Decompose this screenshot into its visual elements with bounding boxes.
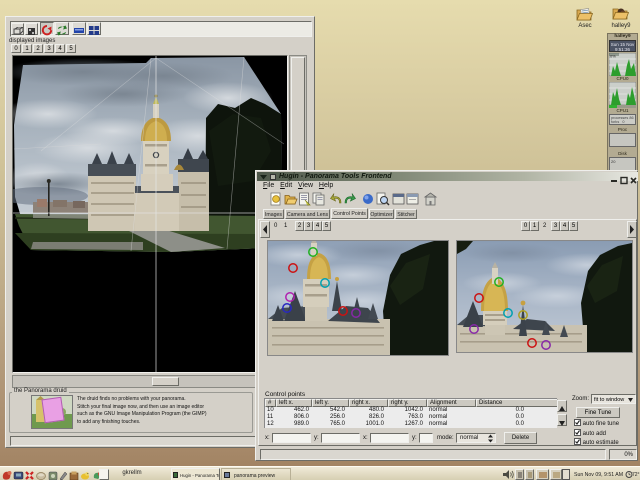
svg-text:0%: 0% — [610, 54, 616, 59]
